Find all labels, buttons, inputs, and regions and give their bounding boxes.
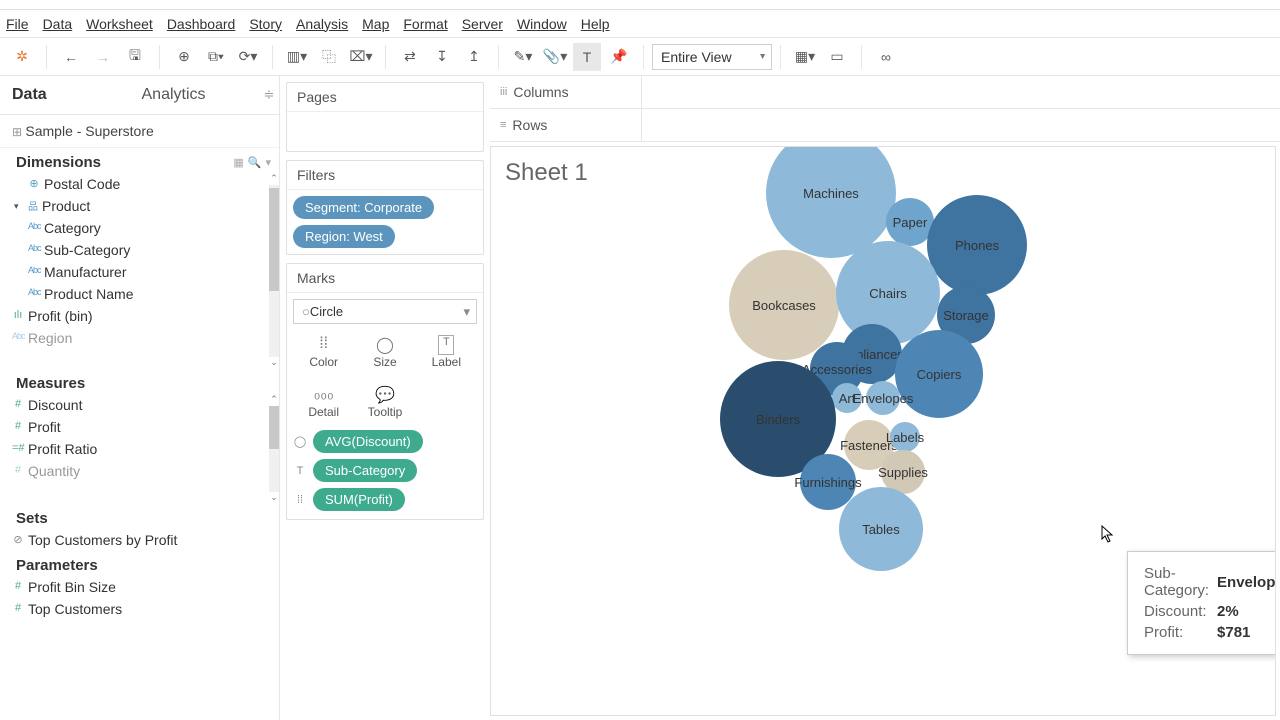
undo-icon[interactable]: ← [57,43,85,71]
tooltip: Sub-Category:Envelopes Discount:2% Profi… [1127,551,1276,655]
field-quantity[interactable]: #Quantity [0,460,279,482]
main-toolbar: ✲ ← → 🖫 ⊕ ⧉▾ ⟳▾ ▥▾ ⿻ ⌧▾ ⇄ ↧ ↥ ✎▾ 📎▾ T 📌 … [0,38,1280,76]
bubble-tables[interactable]: Tables [839,487,923,571]
measures-header: Measures [0,369,279,394]
pane-menu-icon[interactable]: ≑ [259,76,279,114]
refresh-icon[interactable]: ⟳▾ [234,43,262,71]
field-product[interactable]: ▾品Product [0,195,279,217]
menu-worksheet[interactable]: Worksheet [86,16,153,32]
field-product-name[interactable]: AbcProduct Name [0,283,279,305]
field-region[interactable]: AbcRegion [0,327,279,349]
sort-asc-icon[interactable]: ↧ [428,43,456,71]
new-worksheet-icon[interactable]: ▥▾ [283,43,311,71]
sets-header: Sets [0,504,279,529]
menu-file[interactable]: File [6,16,29,32]
fit-selector[interactable]: Entire View [652,44,772,70]
filters-shelf[interactable]: Filters Segment: Corporate Region: West [286,160,484,255]
menu-data[interactable]: Data [43,16,73,32]
param-top-customers[interactable]: #Top Customers [0,598,279,620]
bubble-labels[interactable]: Labels [890,422,920,452]
menu-story[interactable]: Story [249,16,282,32]
clear-icon[interactable]: ⌧▾ [347,43,375,71]
mark-color[interactable]: ⁞⁞Color [293,330,354,374]
color-encoding-icon[interactable]: ⁞⁞ [293,494,307,506]
bubble-phones[interactable]: Phones [927,195,1027,295]
field-category[interactable]: AbcCategory [0,217,279,239]
menu-map[interactable]: Map [362,16,389,32]
duplicate-icon[interactable]: ⿻ [315,43,343,71]
menu-help[interactable]: Help [581,16,610,32]
mark-label[interactable]: TLabel [416,330,477,374]
view-area: iiiColumns ≡Rows Sheet 1 MachinesPaperPh… [490,76,1280,720]
fields-menu-icon[interactable]: ▾ [265,156,271,169]
label-encoding-icon[interactable]: T [293,465,307,477]
pill-avg-discount[interactable]: AVG(Discount) [313,430,423,453]
sort-desc-icon[interactable]: ↥ [460,43,488,71]
size-encoding-icon[interactable]: ◯ [293,435,307,448]
menu-server[interactable]: Server [462,16,503,32]
field-top-customers-set[interactable]: ⊘Top Customers by Profit [0,529,279,551]
show-labels-icon[interactable]: T [573,43,601,71]
rows-shelf[interactable]: ≡Rows [490,109,1280,142]
data-pane: Data Analytics ≑ Sample - Superstore Dim… [0,76,280,720]
field-profit-bin[interactable]: ılıProfit (bin) [0,305,279,327]
field-postal-code[interactable]: ⊕Postal Code [0,173,279,195]
tab-analytics[interactable]: Analytics [130,76,260,114]
save-icon[interactable]: 🖫 [121,43,149,71]
pill-sub-category[interactable]: Sub-Category [313,459,417,482]
tableau-logo-icon[interactable]: ✲ [8,43,36,71]
new-datasource-icon[interactable]: ⊕ [170,43,198,71]
dimensions-scrollbar[interactable]: ⌃⌄ [269,173,279,369]
share-icon[interactable]: ∞ [872,43,900,71]
measures-scrollbar[interactable]: ⌃⌄ [269,394,279,504]
cards-pane: Pages Filters Segment: Corporate Region:… [280,76,490,720]
field-discount[interactable]: #Discount [0,394,279,416]
highlight-icon[interactable]: ✎▾ [509,43,537,71]
bubble-bookcases[interactable]: Bookcases [729,250,839,360]
menu-bar: File Data Worksheet Dashboard Story Anal… [0,10,1280,38]
pin-icon[interactable]: 📌 [605,43,633,71]
field-sub-category[interactable]: AbcSub-Category [0,239,279,261]
field-profit-ratio[interactable]: =#Profit Ratio [0,438,279,460]
field-profit[interactable]: #Profit [0,416,279,438]
mark-detail[interactable]: ₀₀₀Detail [293,380,354,424]
view-as-icon[interactable]: ▦ [233,156,243,169]
dimensions-header: Dimensions ▦ 🔍 ▾ [0,148,279,173]
pause-updates-icon[interactable]: ⧉▾ [202,43,230,71]
mark-size[interactable]: ◯Size [354,330,415,374]
menu-dashboard[interactable]: Dashboard [167,16,236,32]
param-profit-bin-size[interactable]: #Profit Bin Size [0,576,279,598]
redo-icon[interactable]: → [89,43,117,71]
presentation-icon[interactable]: ▭ [823,43,851,71]
marks-card: Marks Circle ⁞⁞Color ◯Size TLabel ₀₀₀Det… [286,263,484,520]
datasource-name[interactable]: Sample - Superstore [0,115,279,148]
swap-icon[interactable]: ⇄ [396,43,424,71]
field-manufacturer[interactable]: AbcManufacturer [0,261,279,283]
window-titlebar [0,0,1280,10]
show-me-icon[interactable]: ▦▾ [791,43,819,71]
columns-shelf[interactable]: iiiColumns [490,76,1280,109]
menu-format[interactable]: Format [403,16,447,32]
mark-tooltip[interactable]: 💬Tooltip [354,380,415,424]
pages-shelf[interactable]: Pages [286,82,484,152]
group-icon[interactable]: 📎▾ [541,43,569,71]
bubble-envelopes[interactable]: Envelopes [866,381,900,415]
tab-data[interactable]: Data [0,76,130,114]
mark-type-selector[interactable]: Circle [293,299,477,324]
menu-analysis[interactable]: Analysis [296,16,348,32]
filter-pill-segment[interactable]: Segment: Corporate [293,196,434,219]
pill-sum-profit[interactable]: SUM(Profit) [313,488,405,511]
parameters-header: Parameters [0,551,279,576]
filter-pill-region[interactable]: Region: West [293,225,395,248]
search-fields-icon[interactable]: 🔍 [248,156,262,169]
menu-window[interactable]: Window [517,16,567,32]
